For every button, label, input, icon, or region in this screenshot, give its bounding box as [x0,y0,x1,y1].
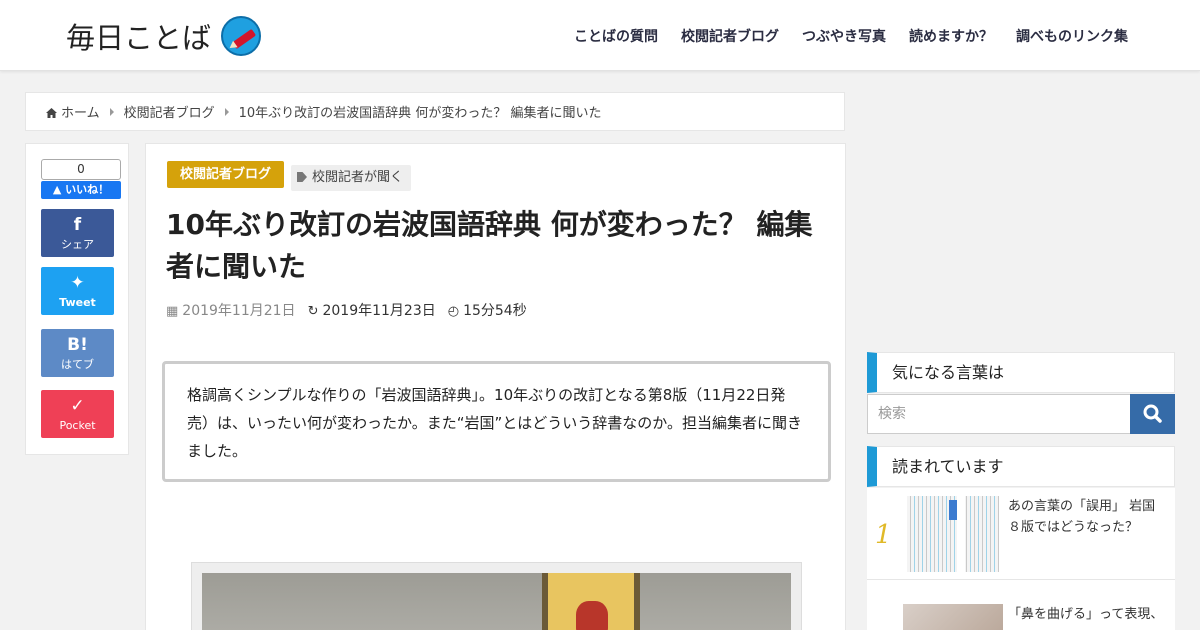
widget-title-popular: 読まれています [867,446,1175,487]
pen-logo-icon [221,16,262,56]
hatena-icon: B! [67,335,88,355]
breadcrumb-separator-icon [109,107,114,116]
article-lead-box: 格調高くシンプルな作りの「岩波国語辞典」。10年ぶりの改訂となる第8版（11月2… [162,361,831,482]
twitter-share-button[interactable]: ✦ Tweet [41,267,114,315]
nav-tweet-photos[interactable]: つぶやき写真 [802,26,886,46]
logo-text: 毎日ことば [66,21,212,55]
search-input[interactable]: 検索 [867,394,1131,434]
popular-post-1[interactable]: 1 あの言葉の「誤用」 岩国８版ではどうなった？ [867,488,1175,580]
like-button[interactable]: ▲ いいね！ [41,181,121,199]
home-icon [46,107,57,118]
hatena-label: はてブ [61,358,94,371]
breadcrumb-home[interactable]: ホーム [61,102,100,121]
breadcrumb: ホーム 校閲記者ブログ 10年ぶり改訂の岩波国語辞典 何が変わった？ 編集者に聞… [25,92,845,131]
article: 校閲記者ブログ 校閲記者が聞く 10年ぶり改訂の岩波国語辞典 何が変わった？ 編… [145,143,846,630]
like-label: いいね！ [65,183,110,196]
popular-post-title: 「鼻を曲げる」って表現、 [1008,607,1164,622]
search-button[interactable] [1130,394,1175,434]
tag-icon [297,172,307,182]
calendar-icon: ▦ [166,304,179,319]
published-date: ▦ 2019年11月21日 [166,303,296,319]
popular-thumbnail [907,496,999,572]
article-meta: ▦ 2019年11月21日 ↻ 2019年11月23日 ◴ 15分54秒 [166,300,527,320]
widget-title-search: 気になる言葉は [867,352,1175,393]
tag-label: 校閲記者が聞く [312,170,404,185]
hatena-bookmark-button[interactable]: B! はてブ [41,329,114,377]
article-title: 10年ぶり改訂の岩波国語辞典 何が変わった？ 編集者に聞いた [166,208,813,283]
popular-thumbnail [903,604,1003,630]
nav-proofreader-blog[interactable]: 校閲記者ブログ [681,26,779,46]
popular-post-title: あの言葉の「誤用」 岩国８版ではどうなった？ [1008,499,1156,535]
site-header: 毎日ことば ことばの質問 校閲記者ブログ つぶやき写真 読めますか？ 調べものリ… [0,0,1200,71]
facebook-icon: f [73,215,82,235]
pocket-button[interactable]: ✓ Pocket [41,390,114,438]
clock-icon: ◴ [447,304,460,319]
updated-date: ↻ 2019年11月23日 [307,303,436,319]
site-logo[interactable]: 毎日ことば [66,14,262,58]
twitter-share-label: Tweet [59,296,96,309]
pocket-icon: ✓ [70,396,85,416]
breadcrumb-current: 10年ぶり改訂の岩波国語辞典 何が変わった？ 編集者に聞いた [238,106,602,121]
share-panel: 0 ▲ いいね！ f シェア ✦ Tweet B! はてブ ✓ Pocket [25,143,129,455]
category-badge[interactable]: 校閲記者ブログ [167,161,285,188]
refresh-icon: ↻ [307,304,319,319]
nav-can-you-read[interactable]: 読めますか？ [909,26,993,46]
facebook-like-widget[interactable]: 0 ▲ いいね！ [41,159,121,199]
main-nav: ことばの質問 校閲記者ブログ つぶやき写真 読めますか？ 調べものリンク集 [574,26,1128,46]
nav-kotoba-questions[interactable]: ことばの質問 [574,26,658,46]
popular-post-2[interactable]: 「鼻を曲げる」って表現、 [867,580,1175,630]
read-time: ◴ 15分54秒 [447,303,527,319]
tag-chip[interactable]: 校閲記者が聞く [291,165,412,191]
facebook-share-label: シェア [61,238,94,251]
article-photo [191,562,802,630]
search-icon [1143,404,1162,423]
breadcrumb-category[interactable]: 校閲記者ブログ [124,102,215,121]
framed-picture [542,573,640,630]
pocket-label: Pocket [59,419,96,432]
twitter-icon: ✦ [70,273,85,293]
like-count: 0 [41,159,121,180]
photo-image [202,573,791,630]
rank-number: 1 [875,520,892,550]
thumbs-up-icon: ▲ [52,183,62,196]
facebook-share-button[interactable]: f シェア [41,209,114,257]
breadcrumb-separator-icon [224,107,229,116]
nav-research-links[interactable]: 調べものリンク集 [1016,26,1128,46]
search-form: 検索 [867,394,1175,434]
